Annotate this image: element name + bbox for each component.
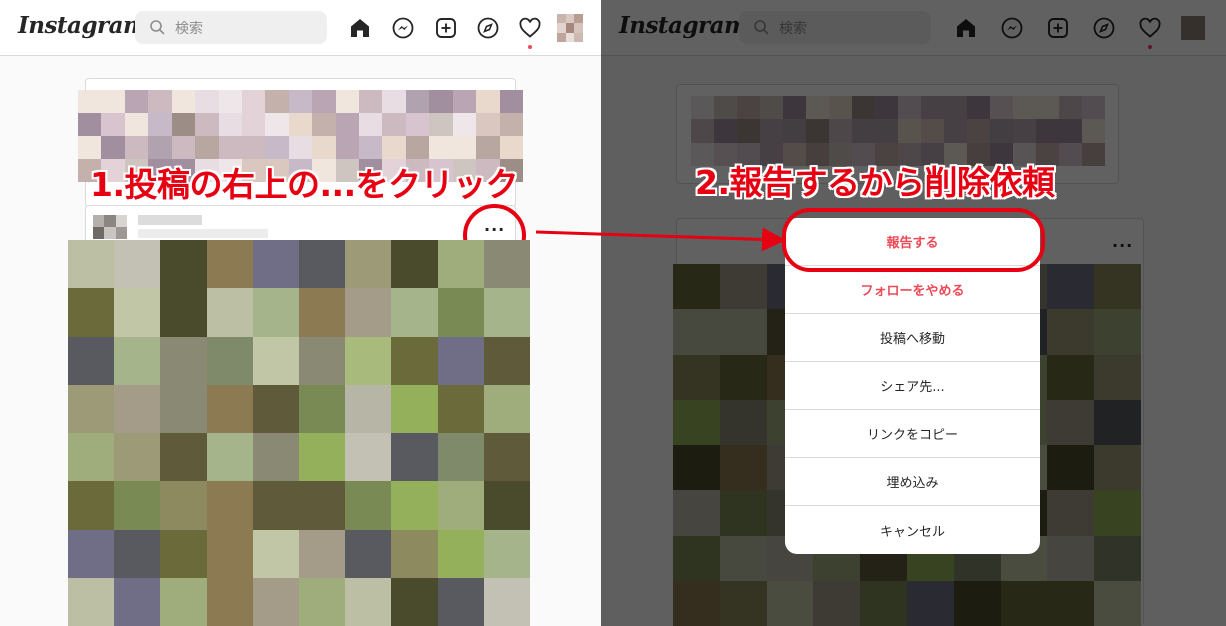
top-navigation-bar: Instagram 検索 [0, 0, 601, 56]
notification-dot [528, 45, 532, 49]
menu-item-go-to-post[interactable]: 投稿へ移動 [785, 314, 1040, 362]
menu-item-copy-link[interactable]: リンクをコピー [785, 410, 1040, 458]
post-image[interactable] [68, 240, 530, 626]
menu-item-embed[interactable]: 埋め込み [785, 458, 1040, 506]
post-location [138, 229, 268, 238]
explore-icon[interactable] [476, 16, 500, 40]
search-placeholder: 検索 [175, 21, 203, 37]
profile-avatar[interactable] [557, 14, 583, 42]
instagram-logo[interactable]: Instagram [18, 12, 147, 39]
menu-item-unfollow[interactable]: フォローをやめる [785, 266, 1040, 314]
instruction-step1: 1.投稿の右上の...をクリック [90, 165, 519, 204]
instruction-step2: 2.報告するから削除依頼 [695, 163, 1055, 202]
search-input[interactable]: 検索 [135, 11, 327, 44]
screenshot-stage: Instagram 検索 ... 1.投稿の右上の...をクリック 報告する フ… [0, 0, 1226, 626]
highlight-report-outline [782, 208, 1045, 272]
messenger-icon[interactable] [391, 16, 415, 40]
menu-item-cancel[interactable]: キャンセル [785, 506, 1040, 554]
menu-item-share[interactable]: シェア先... [785, 362, 1040, 410]
search-icon [150, 20, 165, 35]
right-panel: Instagram 検索 [601, 0, 1226, 626]
left-panel: Instagram 検索 ... 1.投稿の右上の...をクリック [0, 0, 601, 626]
new-post-icon[interactable] [434, 16, 458, 40]
home-icon[interactable] [348, 16, 372, 40]
heart-icon[interactable] [518, 16, 542, 49]
post-author-avatar[interactable] [93, 215, 127, 239]
post-author-name[interactable] [138, 215, 202, 225]
